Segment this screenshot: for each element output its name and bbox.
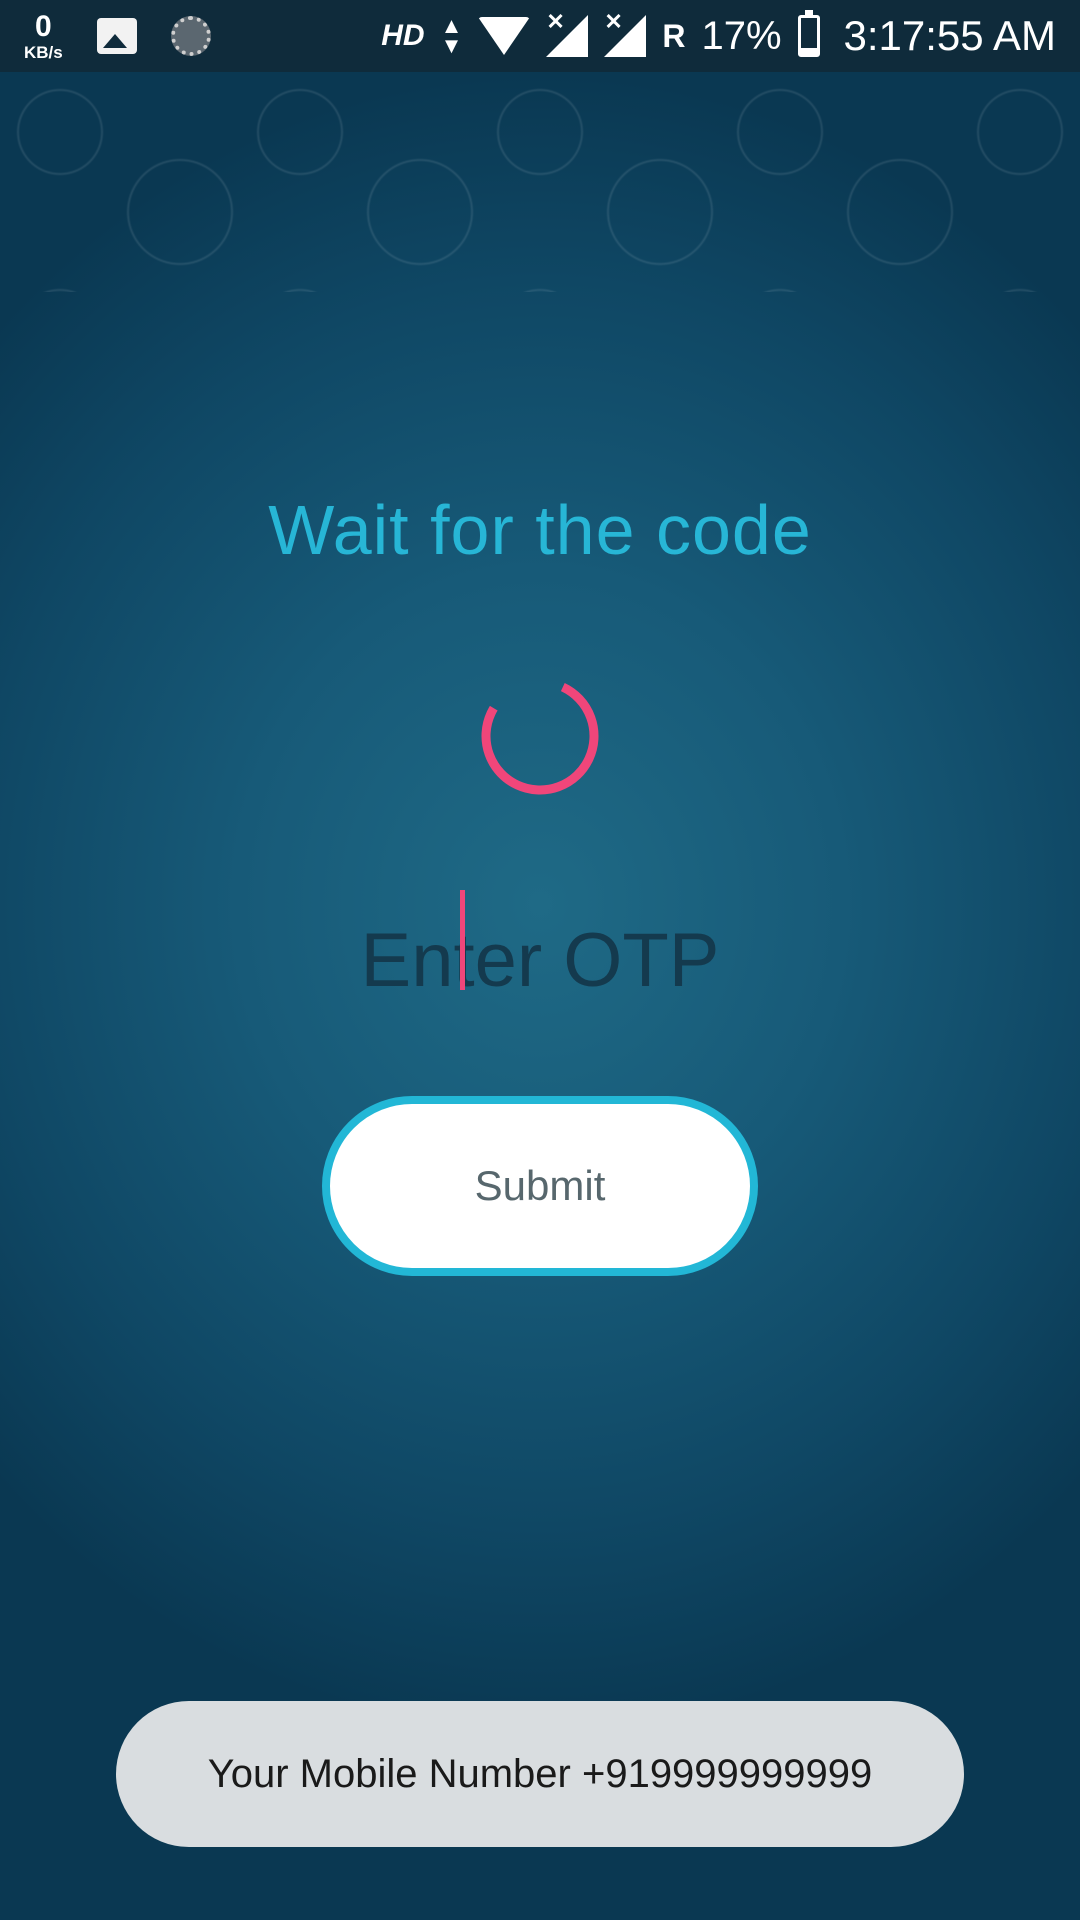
text-cursor <box>460 890 465 990</box>
battery-charging-icon <box>797 10 820 57</box>
network-speed: 0 KB/s <box>24 9 63 62</box>
sync-spinner-icon <box>170 16 211 56</box>
signal-icon: ✕ <box>546 9 589 57</box>
submit-button[interactable]: Submit <box>322 1096 758 1276</box>
status-bar-right: HD ▲ ▼ ✕ ✕ R 17% 3:17:55 AM <box>381 9 1056 60</box>
toast-message: Your Mobile Number +919999999999 <box>116 1701 964 1847</box>
clock: 3:17:55 AM <box>843 12 1056 59</box>
otp-input[interactable]: Enter OTP <box>290 890 790 1015</box>
data-arrows-icon: ▲ ▼ <box>440 13 463 58</box>
image-icon <box>96 18 137 54</box>
battery-percent: 17% <box>701 13 782 58</box>
status-bar: 0 KB/s HD ▲ ▼ ✕ ✕ R 17% 3:17:55 AM <box>0 0 1080 72</box>
loading-spinner-icon <box>481 677 599 795</box>
network-speed-value: 0 <box>35 9 52 43</box>
roaming-indicator: R <box>662 17 686 54</box>
signal-icon: ✕ <box>604 9 647 57</box>
page-title: Wait for the code <box>268 491 812 569</box>
network-type-label: HD <box>381 19 425 52</box>
otp-placeholder: Enter OTP <box>360 917 720 1003</box>
wifi-icon <box>478 17 531 55</box>
background-pattern <box>0 72 1080 292</box>
status-bar-left: 0 KB/s <box>24 9 211 62</box>
network-speed-unit: KB/s <box>24 42 63 62</box>
